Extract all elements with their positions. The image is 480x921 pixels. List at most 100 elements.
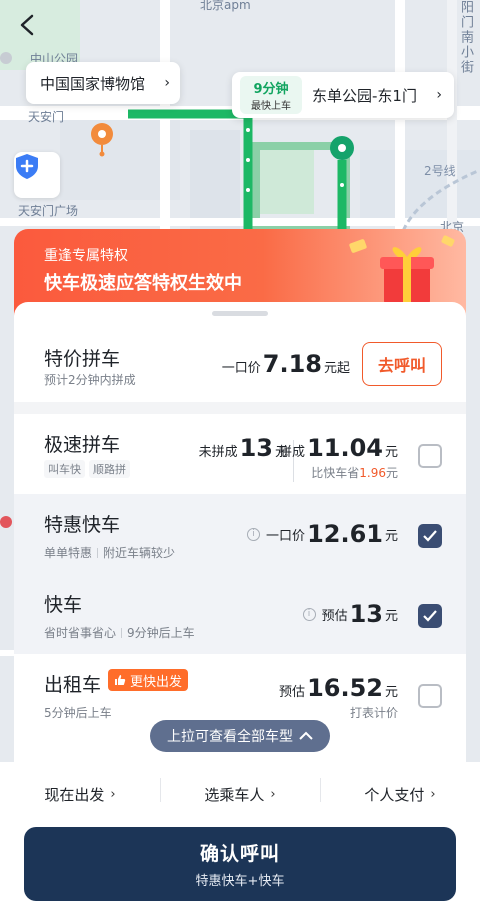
ride-tag: 叫车快 [44, 460, 85, 478]
price-value: 13 [349, 600, 383, 628]
ride-subtitle: 预计2分钟内拼成 [44, 373, 136, 387]
back-button[interactable] [18, 14, 54, 50]
savings-prefix: 比快车省 [311, 466, 360, 480]
end-place-card[interactable]: 9分钟 最快上车 东单公园-东1门 › [232, 72, 454, 118]
chevron-right-icon: › [270, 786, 276, 802]
faster-departure-badge: 更快出发 [108, 669, 189, 691]
savings-suffix: 元 [385, 466, 398, 480]
meter-note: 打表计价 [349, 706, 398, 720]
price-value: 11.04 [307, 434, 383, 462]
savings-note: 比快车省 1.96 元 [311, 464, 398, 481]
confirm-call-button[interactable]: 确认呼叫 特惠快车+快车 [24, 827, 456, 901]
ride-title: 极速拼车 [44, 434, 121, 456]
ride-row-express-pool[interactable]: 极速拼车 叫车快 顺路拼 未拼成 13 元 拼成 11.04 元 比快车省 1.96… [14, 414, 466, 494]
chevron-right-icon: › [436, 87, 442, 103]
ride-price: i 预估 13 元 [302, 600, 398, 628]
safety-shield-icon [16, 154, 38, 179]
eta-caption: 最快上车 [251, 101, 291, 112]
ride-subtitle-b: 附近车辆较少 [103, 546, 176, 560]
price-prefix: 预估 [279, 685, 306, 700]
safety-shield-button[interactable] [14, 152, 60, 198]
ride-row-express[interactable]: 快车 省时省事省心 9分钟后上车 i 预估 13 元 [14, 574, 466, 654]
map-label-tiananmen: 天安门 [28, 110, 65, 124]
badge-label: 更快出发 [130, 674, 183, 690]
eta-minutes: 9分钟 [253, 82, 289, 97]
option-label: 选乘车人 [204, 785, 265, 804]
savings-amount: 1.96 [359, 466, 386, 480]
end-place-name: 东单公园-东1门 [312, 86, 417, 105]
pull-up-hint-label: 上拉可查看全部车型 [167, 729, 293, 745]
chevron-right-icon: › [110, 786, 116, 802]
trip-options: 现在出发 › 选乘车人 › 个人支付 › [0, 774, 480, 814]
thumbs-up-icon [115, 675, 126, 685]
option-label: 个人支付 [364, 785, 425, 804]
back-arrow-icon [20, 14, 34, 36]
ride-price: 预估 16.52 元 [279, 674, 398, 702]
eta-box: 9分钟 最快上车 [240, 76, 302, 114]
ride-row-value-express[interactable]: 特惠快车 单单特惠 附近车辆较少 i 一口价 12.61 元 [14, 494, 466, 574]
ride-tag: 顺路拼 [89, 460, 130, 478]
subtitle-separator [97, 548, 99, 558]
price-value: 12.61 [307, 520, 383, 548]
ride-title: 快车 [44, 594, 83, 616]
ride-checkbox[interactable] [418, 684, 442, 708]
ride-subtitle-a: 单单特惠 [44, 546, 93, 560]
check-icon [423, 610, 437, 622]
pull-up-hint[interactable]: 上拉可查看全部车型 [150, 720, 330, 752]
price-suffix: 元 [384, 685, 398, 700]
chevron-up-icon [299, 731, 313, 740]
confirm-title: 确认呼叫 [199, 843, 280, 865]
info-icon[interactable]: i [302, 607, 316, 621]
map-label-square: 天安门广场 [18, 204, 79, 218]
ride-row-discount-pool[interactable]: 特价拼车 预计2分钟内拼成 一口价 7.18 元起 去呼叫 [14, 320, 466, 402]
ride-checkbox[interactable] [418, 524, 442, 548]
ride-subtitle: 单单特惠 附近车辆较少 [44, 544, 175, 561]
price-matched: 拼成 11.04 元 [279, 434, 398, 462]
ride-price: 一口价 7.18 元起 [222, 350, 350, 378]
drag-handle[interactable] [212, 311, 268, 316]
price-prefix: 拼成 [279, 445, 306, 460]
promo-subtitle: 重逢专属特权 [44, 248, 128, 264]
ride-price: i 一口价 12.61 元 [247, 520, 398, 548]
price-suffix: 元 [384, 528, 398, 544]
bottom-bar: 现在出发 › 选乘车人 › 个人支付 › 确认呼叫 特惠快车+快车 [0, 762, 480, 921]
price-prefix: 一口价 [221, 361, 261, 376]
map-label-street: 阳门南小街 [458, 0, 473, 75]
map-label-line2: 2号线 [424, 164, 456, 178]
ride-title: 特价拼车 [44, 348, 121, 370]
ride-subtitle-a: 省时省事省心 [44, 626, 117, 640]
passenger-option[interactable]: 选乘车人 › [160, 774, 320, 814]
info-icon[interactable]: i [247, 527, 261, 541]
option-label: 现在出发 [44, 785, 105, 804]
chevron-right-icon: › [430, 786, 436, 802]
price-suffix: 元起 [323, 361, 350, 376]
call-pool-button[interactable]: 去呼叫 [362, 342, 442, 386]
start-place-card[interactable]: 中国国家博物馆 › [26, 62, 180, 104]
ride-options-sheet[interactable]: 特价拼车 预计2分钟内拼成 一口价 7.18 元起 去呼叫 极速拼车 叫车快 顺路… [14, 302, 466, 762]
map-label-beijing-apm: 北京apm [200, 0, 251, 12]
ride-title: 特惠快车 [44, 514, 121, 536]
price-suffix: 元 [384, 608, 398, 624]
price-prefix: 一口价 [266, 528, 306, 544]
price-value: 13 [239, 434, 273, 462]
ride-checkbox[interactable] [418, 444, 442, 468]
price-unmatched: 未拼成 13 元 [199, 434, 288, 462]
price-suffix: 元 [384, 445, 398, 460]
ride-checkbox[interactable] [418, 604, 442, 628]
price-prefix: 预估 [321, 608, 348, 624]
price-value: 7.18 [262, 350, 322, 378]
price-prefix: 未拼成 [198, 445, 238, 460]
ride-subtitle-b: 9分钟后上车 [127, 626, 195, 640]
ride-tags: 叫车快 顺路拼 [44, 460, 134, 478]
depart-time-option[interactable]: 现在出发 › [0, 774, 160, 814]
payment-option[interactable]: 个人支付 › [320, 774, 480, 814]
check-icon [423, 530, 437, 542]
section-divider [14, 402, 466, 414]
subtitle-separator [121, 628, 123, 638]
ride-subtitle: 5分钟后上车 [44, 706, 112, 720]
ride-title: 出租车 [44, 674, 102, 696]
ride-subtitle: 省时省事省心 9分钟后上车 [44, 624, 195, 641]
confirm-subtitle: 特惠快车+快车 [195, 874, 285, 889]
chevron-right-icon: › [164, 75, 170, 91]
start-place-name: 中国国家博物馆 [40, 74, 146, 93]
